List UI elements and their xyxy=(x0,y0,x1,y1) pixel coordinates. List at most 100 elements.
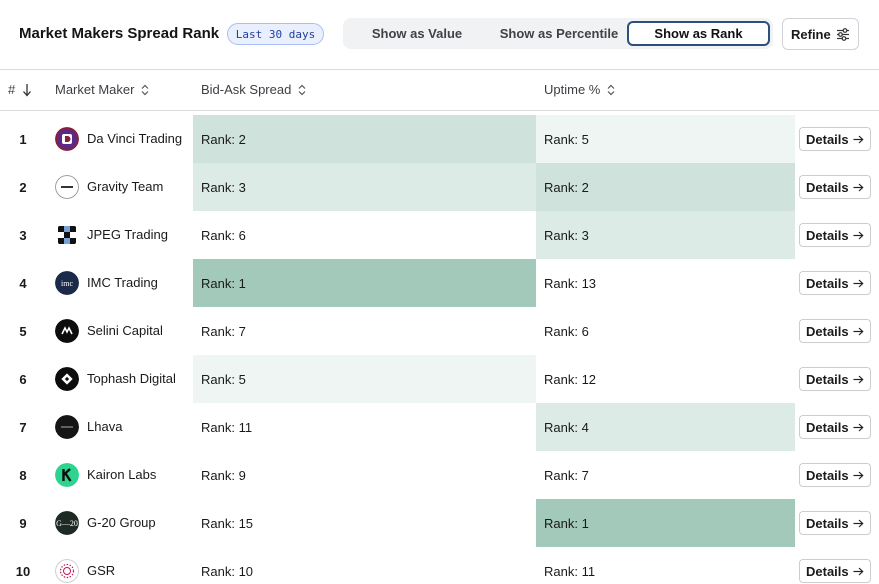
table-row: 3 JPEG Trading Rank: 6 Rank: 3 Details xyxy=(0,211,879,259)
details-label: Details xyxy=(806,275,849,291)
uptime-value: Rank: 6 xyxy=(544,323,589,339)
details-label: Details xyxy=(806,419,849,435)
uptime-value: Rank: 3 xyxy=(544,227,589,243)
logo-text: imc xyxy=(61,278,73,288)
bid-ask-spread-cell: Rank: 10 xyxy=(193,547,536,584)
sort-icon xyxy=(607,84,615,95)
table-row: 4 imc IMC Trading Rank: 1 Rank: 13 Details xyxy=(0,259,879,307)
show-as-value-button[interactable]: Show as Value xyxy=(343,21,491,46)
market-maker-name: Selini Capital xyxy=(87,323,163,338)
col-bid-ask-spread[interactable]: Bid-Ask Spread xyxy=(201,82,306,97)
uptime-value: Rank: 13 xyxy=(544,275,597,291)
view-toggle: Show as Value Show as Percentile Show as… xyxy=(343,18,773,49)
bid-ask-spread-value: Rank: 6 xyxy=(201,227,246,243)
uptime-cell: Rank: 7 xyxy=(536,451,795,499)
bid-ask-spread-cell: Rank: 2 xyxy=(193,115,536,163)
refine-label: Refine xyxy=(791,26,831,42)
col-rank[interactable]: # xyxy=(8,82,32,97)
details-button[interactable]: Details xyxy=(799,271,871,295)
da-vinci-logo-icon xyxy=(55,127,79,151)
table-row: 2 Gravity Team Rank: 3 Rank: 2 Details xyxy=(0,163,879,211)
bid-ask-spread-value: Rank: 1 xyxy=(201,275,246,291)
table-row: 1 Da Vinci Trading Rank: 2 Rank: 5 Details xyxy=(0,115,879,163)
gsr-logo-icon xyxy=(55,559,79,583)
arrow-right-icon xyxy=(853,375,864,384)
row-rank: 8 xyxy=(19,467,27,483)
details-label: Details xyxy=(806,227,849,243)
g20-group-logo-icon: G—20 xyxy=(55,511,79,535)
details-button[interactable]: Details xyxy=(799,415,871,439)
row-rank: 2 xyxy=(19,179,27,195)
refine-button[interactable]: Refine xyxy=(782,18,859,50)
market-maker-name: Tophash Digital xyxy=(87,371,176,386)
bid-ask-spread-cell: Rank: 11 xyxy=(193,403,536,451)
market-maker-name: Lhava xyxy=(87,419,123,434)
col-bid-ask-spread-label: Bid-Ask Spread xyxy=(201,82,292,97)
table-row: 10 GSR Rank: 10 Rank: 11 Details xyxy=(0,547,879,584)
bid-ask-spread-cell: Rank: 3 xyxy=(193,163,536,211)
arrow-right-icon xyxy=(853,567,864,576)
uptime-cell: Rank: 1 xyxy=(536,499,795,547)
uptime-cell: Rank: 13 xyxy=(536,259,795,307)
row-rank: 7 xyxy=(19,419,27,435)
col-uptime[interactable]: Uptime % xyxy=(544,82,615,97)
row-rank: 1 xyxy=(19,131,27,147)
imc-trading-logo-icon: imc xyxy=(55,271,79,295)
details-button[interactable]: Details xyxy=(799,175,871,199)
details-button[interactable]: Details xyxy=(799,463,871,487)
market-maker-name: Kairon Labs xyxy=(87,467,157,482)
uptime-cell: Rank: 3 xyxy=(536,211,795,259)
details-button[interactable]: Details xyxy=(799,511,871,535)
market-maker-name: JPEG Trading xyxy=(87,227,168,242)
lhava-logo-icon xyxy=(55,415,79,439)
market-maker-name: G-20 Group xyxy=(87,515,156,530)
show-as-percentile-button[interactable]: Show as Percentile xyxy=(491,21,627,46)
uptime-value: Rank: 1 xyxy=(544,515,589,531)
details-button[interactable]: Details xyxy=(799,223,871,247)
bid-ask-spread-value: Rank: 11 xyxy=(201,419,253,435)
details-button[interactable]: Details xyxy=(799,367,871,391)
show-as-rank-button[interactable]: Show as Rank xyxy=(627,21,770,46)
bid-ask-spread-value: Rank: 7 xyxy=(201,323,246,339)
col-market-maker[interactable]: Market Maker xyxy=(55,82,149,97)
bid-ask-spread-cell: Rank: 5 xyxy=(193,355,536,403)
table-row: 5 Selini Capital Rank: 7 Rank: 6 Details xyxy=(0,307,879,355)
bid-ask-spread-cell: Rank: 6 xyxy=(193,211,536,259)
bid-ask-spread-value: Rank: 3 xyxy=(201,179,246,195)
details-button[interactable]: Details xyxy=(799,127,871,151)
details-label: Details xyxy=(806,563,849,579)
sort-icon xyxy=(142,84,149,95)
col-rank-label: # xyxy=(8,82,16,97)
uptime-value: Rank: 12 xyxy=(544,371,597,387)
tophash-digital-logo-icon xyxy=(55,367,79,391)
kairon-labs-logo-icon xyxy=(55,463,79,487)
market-maker-name: IMC Trading xyxy=(87,275,158,290)
row-rank: 4 xyxy=(19,275,27,291)
details-button[interactable]: Details xyxy=(799,559,871,583)
row-rank: 10 xyxy=(15,563,31,579)
uptime-value: Rank: 5 xyxy=(544,131,589,147)
page-title: Market Makers Spread Rank xyxy=(19,25,220,42)
bid-ask-spread-value: Rank: 2 xyxy=(201,131,246,147)
uptime-cell: Rank: 6 xyxy=(536,307,795,355)
table-header: # Market Maker Bid-Ask Spread Uptime % xyxy=(0,70,879,111)
sort-descending-icon xyxy=(23,83,32,96)
jpeg-trading-logo-icon xyxy=(55,223,79,247)
row-rank: 5 xyxy=(19,323,27,339)
details-button[interactable]: Details xyxy=(799,319,871,343)
arrow-right-icon xyxy=(853,135,864,144)
bid-ask-spread-value: Rank: 5 xyxy=(201,371,246,387)
arrow-right-icon xyxy=(853,519,864,528)
details-label: Details xyxy=(806,131,849,147)
bid-ask-spread-cell: Rank: 9 xyxy=(193,451,536,499)
bid-ask-spread-value: Rank: 15 xyxy=(201,515,254,531)
uptime-cell: Rank: 2 xyxy=(536,163,795,211)
uptime-cell: Rank: 4 xyxy=(536,403,795,451)
table-row: 9 G—20 G-20 Group Rank: 15 Rank: 1 Details xyxy=(0,499,879,547)
gravity-team-logo-icon xyxy=(55,175,79,199)
details-label: Details xyxy=(806,179,849,195)
period-badge: Last 30 days xyxy=(227,23,324,45)
details-label: Details xyxy=(806,467,849,483)
uptime-value: Rank: 2 xyxy=(544,179,589,195)
header: Market Makers Spread Rank Last 30 days S… xyxy=(0,0,879,70)
